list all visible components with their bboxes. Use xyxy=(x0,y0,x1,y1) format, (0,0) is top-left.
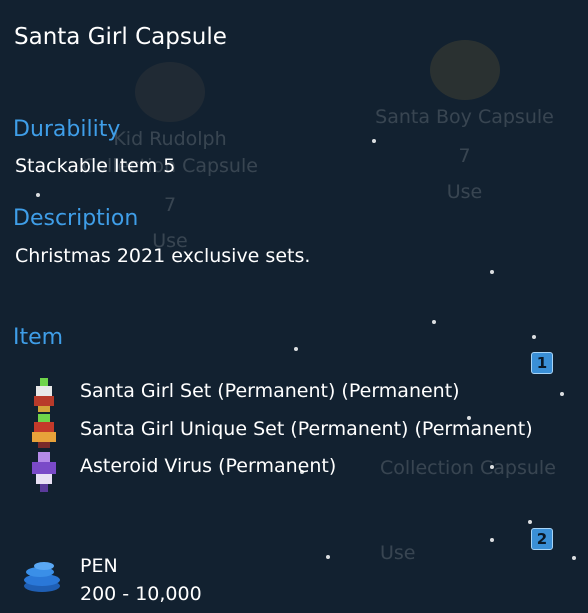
group-item-entry: Santa Girl Set (Permanent) (Permanent) xyxy=(80,380,460,402)
currency-label: PEN xyxy=(80,555,118,577)
santa-girl-set-icon xyxy=(34,378,54,412)
tooltip-title: Santa Girl Capsule xyxy=(14,24,227,50)
durability-heading: Durability xyxy=(13,117,121,142)
item-heading: Item xyxy=(13,325,64,350)
item-tooltip: Santa Girl Capsule Durability Stackable … xyxy=(0,0,588,613)
asteroid-virus-icon xyxy=(32,452,56,492)
durability-value: Stackable Item 5 xyxy=(15,155,176,177)
group-item-entry: Santa Girl Unique Set (Permanent) (Perma… xyxy=(80,418,533,440)
pen-coins-icon xyxy=(24,562,60,592)
group-item-entry: Asteroid Virus (Permanent) xyxy=(80,455,337,477)
santa-girl-unique-set-icon xyxy=(32,414,56,448)
description-heading: Description xyxy=(13,206,139,231)
group-badge: 1 xyxy=(531,352,553,374)
currency-range: 200 - 10,000 xyxy=(80,583,202,605)
group-badge: 2 xyxy=(531,528,553,550)
description-value: Christmas 2021 exclusive sets. xyxy=(15,245,311,267)
group-items-sprites xyxy=(32,378,56,492)
